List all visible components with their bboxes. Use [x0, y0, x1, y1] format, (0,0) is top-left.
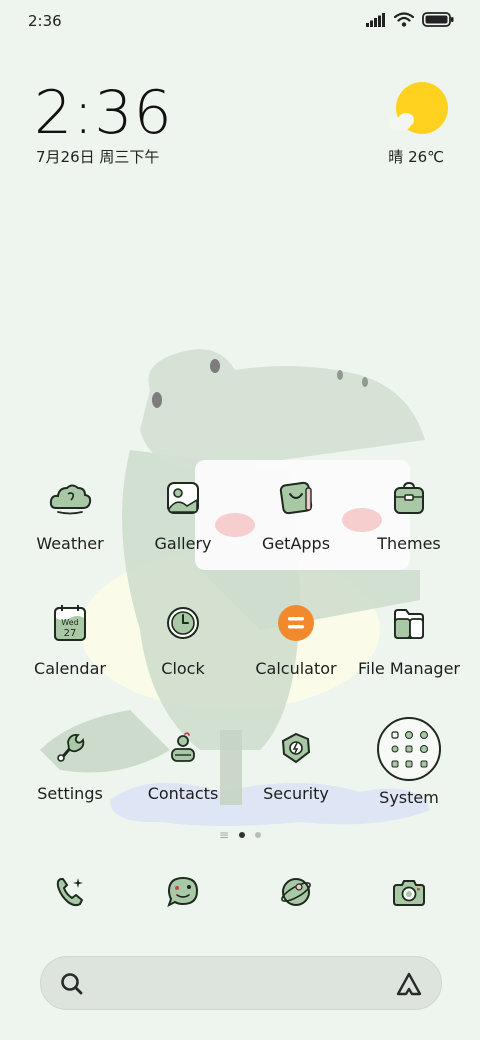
status-time: 2:36: [28, 12, 62, 30]
app-label: Settings: [37, 784, 103, 803]
folder-icon: [387, 601, 431, 645]
page-dot-active[interactable]: [239, 832, 246, 838]
calculator-icon: [274, 601, 318, 645]
dock-browser[interactable]: [272, 870, 320, 918]
cloud-icon: [48, 476, 92, 520]
browser-icon: [279, 875, 313, 913]
app-system-folder[interactable]: System: [349, 717, 469, 807]
app-calculator[interactable]: Calculator: [236, 601, 356, 678]
system-folder-icon: [376, 716, 442, 782]
app-security[interactable]: Security: [236, 726, 356, 803]
picture-icon: [161, 476, 205, 520]
app-label: GetApps: [261, 534, 331, 553]
app-label: Gallery: [154, 534, 212, 553]
calendar-icon-day: Wed: [61, 618, 78, 627]
security-icon: [274, 726, 318, 770]
dock-camera[interactable]: [385, 870, 433, 918]
dock-messages[interactable]: [159, 870, 207, 918]
app-label: Contacts: [147, 784, 219, 803]
search-bar[interactable]: [40, 956, 442, 1010]
themes-bag-icon: [387, 476, 431, 520]
clock-widget-time[interactable]: 2:36: [34, 78, 173, 148]
app-file-manager[interactable]: File Manager: [349, 601, 469, 678]
app-label: System: [379, 788, 439, 807]
app-label: File Manager: [358, 659, 460, 678]
contacts-icon: [161, 726, 205, 770]
assistant-icon[interactable]: [395, 970, 423, 1002]
signal-icon: [366, 12, 386, 31]
camera-icon: [392, 875, 426, 913]
weather-widget-text: 晴 26℃: [388, 148, 444, 166]
status-bar: 2:36: [0, 0, 480, 42]
app-label: Weather: [36, 534, 104, 553]
messages-icon: [166, 875, 200, 913]
settings-icon: [48, 726, 92, 770]
app-gallery[interactable]: Gallery: [123, 476, 243, 553]
app-clock[interactable]: Clock: [123, 601, 243, 678]
dock: [0, 870, 480, 920]
app-calendar[interactable]: Wed 27 Calendar: [10, 601, 130, 678]
app-label: Clock: [161, 659, 205, 678]
page-dot[interactable]: [255, 832, 262, 838]
app-weather[interactable]: Weather: [10, 476, 130, 553]
app-themes[interactable]: Themes: [349, 476, 469, 553]
app-label: Themes: [377, 534, 441, 553]
app-label: Security: [263, 784, 329, 803]
app-getapps[interactable]: GetApps: [236, 476, 356, 553]
app-label: Calendar: [34, 659, 106, 678]
wifi-icon: [393, 12, 415, 31]
clock-widget-date: 7月26日 周三下午: [36, 148, 160, 166]
battery-icon: [422, 12, 454, 31]
getapps-icon: [274, 476, 318, 520]
app-contacts[interactable]: Contacts: [123, 726, 243, 803]
app-drawer-menu-icon[interactable]: ≡: [219, 828, 229, 842]
page-indicator[interactable]: ≡: [0, 828, 480, 842]
calendar-icon-date: 27: [64, 628, 77, 639]
phone-icon: [53, 875, 87, 913]
dock-phone[interactable]: [46, 870, 94, 918]
calendar-icon: Wed 27: [48, 601, 92, 645]
app-label: Calculator: [255, 659, 337, 678]
app-settings[interactable]: Settings: [10, 726, 130, 803]
clock-icon: [161, 601, 205, 645]
search-icon[interactable]: [59, 971, 85, 1001]
sun-cloud-icon[interactable]: [386, 82, 450, 142]
